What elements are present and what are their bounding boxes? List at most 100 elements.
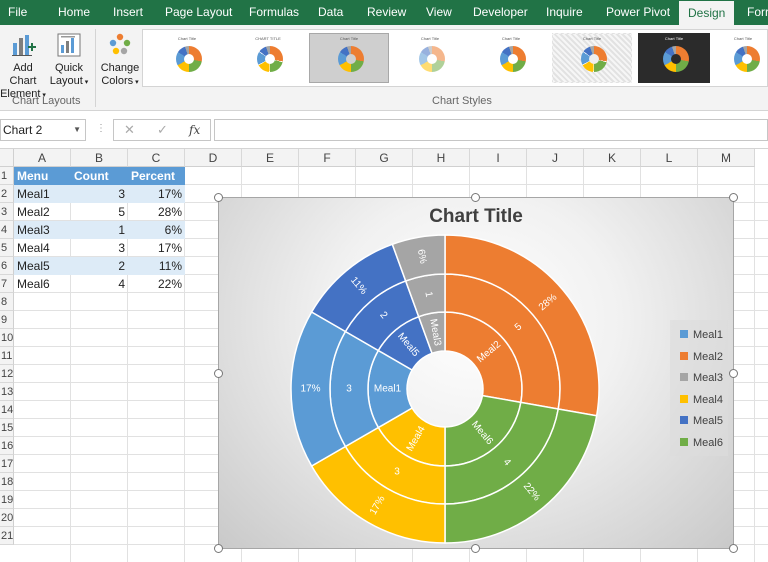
chart-style-2[interactable]: CHART TITLE (228, 33, 308, 83)
table-cell[interactable]: Meal2 (14, 203, 71, 221)
resize-handle-top-right[interactable] (729, 193, 738, 202)
column-header-c[interactable]: C (128, 149, 185, 167)
column-header-l[interactable]: L (641, 149, 698, 167)
row-header-15[interactable]: 15 (0, 419, 14, 437)
column-header-f[interactable]: F (299, 149, 356, 167)
resize-handle-top[interactable] (471, 193, 480, 202)
resize-handle-left[interactable] (214, 369, 223, 378)
table-header-cell[interactable]: Count (71, 167, 128, 185)
row-header-3[interactable]: 3 (0, 203, 14, 221)
table-cell[interactable]: 3 (71, 185, 128, 203)
row-header-2[interactable]: 2 (0, 185, 14, 203)
quick-layout-button[interactable]: Quick Layout ▾ (48, 31, 90, 89)
tab-formulas[interactable]: Formulas (249, 0, 299, 25)
chart-area[interactable]: Chart Title Meal2 5 28% Meal6 4 22% Meal4 3 17% M… (218, 197, 734, 549)
row-header-16[interactable]: 16 (0, 437, 14, 455)
chart-style-3-selected[interactable]: Chart Title (309, 33, 389, 83)
chart-style-1[interactable]: Chart Title (147, 33, 227, 83)
column-header-m[interactable]: M (698, 149, 755, 167)
resize-handle-top-left[interactable] (214, 193, 223, 202)
row-header-1[interactable]: 1 (0, 167, 14, 185)
table-cell[interactable]: 22% (128, 275, 185, 293)
row-header-9[interactable]: 9 (0, 311, 14, 329)
table-header-cell[interactable]: Percent (128, 167, 185, 185)
table-cell[interactable]: Meal1 (14, 185, 71, 203)
insert-function-icon[interactable]: fx (189, 123, 200, 137)
tab-format[interactable]: Forr (747, 0, 768, 25)
row-header-20[interactable]: 20 (0, 509, 14, 527)
select-all-corner[interactable] (0, 149, 14, 167)
column-header-g[interactable]: G (356, 149, 413, 167)
chart-style-8[interactable]: Chart Title (719, 33, 767, 83)
row-header-4[interactable]: 4 (0, 221, 14, 239)
row-header-11[interactable]: 11 (0, 347, 14, 365)
cancel-icon[interactable]: ✕ (124, 122, 135, 138)
row-header-5[interactable]: 5 (0, 239, 14, 257)
resize-handle-bottom-right[interactable] (729, 544, 738, 553)
chevron-down-icon[interactable]: ▼ (73, 120, 81, 140)
drag-handle-icon[interactable]: ⋮ (96, 123, 106, 134)
legend-item-meal5[interactable]: Meal5 (680, 414, 723, 428)
table-cell[interactable]: Meal4 (14, 239, 71, 257)
row-header-7[interactable]: 7 (0, 275, 14, 293)
column-header-k[interactable]: K (584, 149, 641, 167)
legend-item-meal3[interactable]: Meal3 (680, 371, 723, 385)
row-header-12[interactable]: 12 (0, 365, 14, 383)
table-cell[interactable]: 4 (71, 275, 128, 293)
row-header-6[interactable]: 6 (0, 257, 14, 275)
row-header-21[interactable]: 21 (0, 527, 14, 545)
tab-data[interactable]: Data (318, 0, 343, 25)
donut-chart-plot[interactable]: Meal2528%Meal6422%Meal4317%Meal1317%Meal… (219, 198, 735, 550)
table-cell[interactable]: 17% (128, 185, 185, 203)
table-cell[interactable]: 1 (71, 221, 128, 239)
column-header-a[interactable]: A (14, 149, 71, 167)
chart-style-7[interactable]: Chart Title (638, 33, 710, 83)
name-box[interactable]: Chart 2 ▼ (0, 119, 86, 141)
legend-item-meal6[interactable]: Meal6 (680, 436, 723, 450)
row-header-14[interactable]: 14 (0, 401, 14, 419)
table-header-cell[interactable]: Menu (14, 167, 71, 185)
table-cell[interactable]: 11% (128, 257, 185, 275)
tab-file[interactable]: File (8, 0, 27, 25)
table-cell[interactable]: 28% (128, 203, 185, 221)
tab-design[interactable]: Design (679, 1, 735, 25)
tab-inquire[interactable]: Inquire (546, 0, 583, 25)
legend-item-meal2[interactable]: Meal2 (680, 350, 723, 364)
table-cell[interactable]: 2 (71, 257, 128, 275)
chart-style-6[interactable]: Chart Title (552, 33, 632, 83)
column-header-e[interactable]: E (242, 149, 299, 167)
column-header-h[interactable]: H (413, 149, 470, 167)
add-chart-element-button[interactable]: Add Chart Element ▾ (0, 31, 46, 102)
column-header-d[interactable]: D (185, 149, 242, 167)
chart-style-5[interactable]: Chart Title (471, 33, 551, 83)
table-cell[interactable]: Meal6 (14, 275, 71, 293)
resize-handle-bottom[interactable] (471, 544, 480, 553)
table-cell[interactable]: 6% (128, 221, 185, 239)
tab-developer[interactable]: Developer (473, 0, 528, 25)
table-cell[interactable]: 5 (71, 203, 128, 221)
table-cell[interactable]: Meal3 (14, 221, 71, 239)
legend-item-meal1[interactable]: Meal1 (680, 328, 723, 342)
column-header-i[interactable]: I (470, 149, 527, 167)
formula-input[interactable] (214, 119, 768, 141)
legend-item-meal4[interactable]: Meal4 (680, 393, 723, 407)
column-header-j[interactable]: J (527, 149, 584, 167)
row-header-17[interactable]: 17 (0, 455, 14, 473)
tab-view[interactable]: View (426, 0, 452, 25)
tab-insert[interactable]: Insert (113, 0, 143, 25)
row-header-19[interactable]: 19 (0, 491, 14, 509)
column-header-b[interactable]: B (71, 149, 128, 167)
row-header-10[interactable]: 10 (0, 329, 14, 347)
row-header-18[interactable]: 18 (0, 473, 14, 491)
chart-legend[interactable]: Meal1 Meal2 Meal3 Meal4 Meal5 Meal6 (670, 320, 728, 456)
table-cell[interactable]: Meal5 (14, 257, 71, 275)
row-header-8[interactable]: 8 (0, 293, 14, 311)
tab-power-pivot[interactable]: Power Pivot (606, 0, 670, 25)
tab-home[interactable]: Home (58, 0, 90, 25)
change-colors-button[interactable]: Change Colors ▾ (98, 31, 142, 89)
table-cell[interactable]: 17% (128, 239, 185, 257)
tab-page-layout[interactable]: Page Layout (165, 0, 232, 25)
row-header-13[interactable]: 13 (0, 383, 14, 401)
resize-handle-right[interactable] (729, 369, 738, 378)
chart-style-4[interactable]: Chart Title (390, 33, 470, 83)
